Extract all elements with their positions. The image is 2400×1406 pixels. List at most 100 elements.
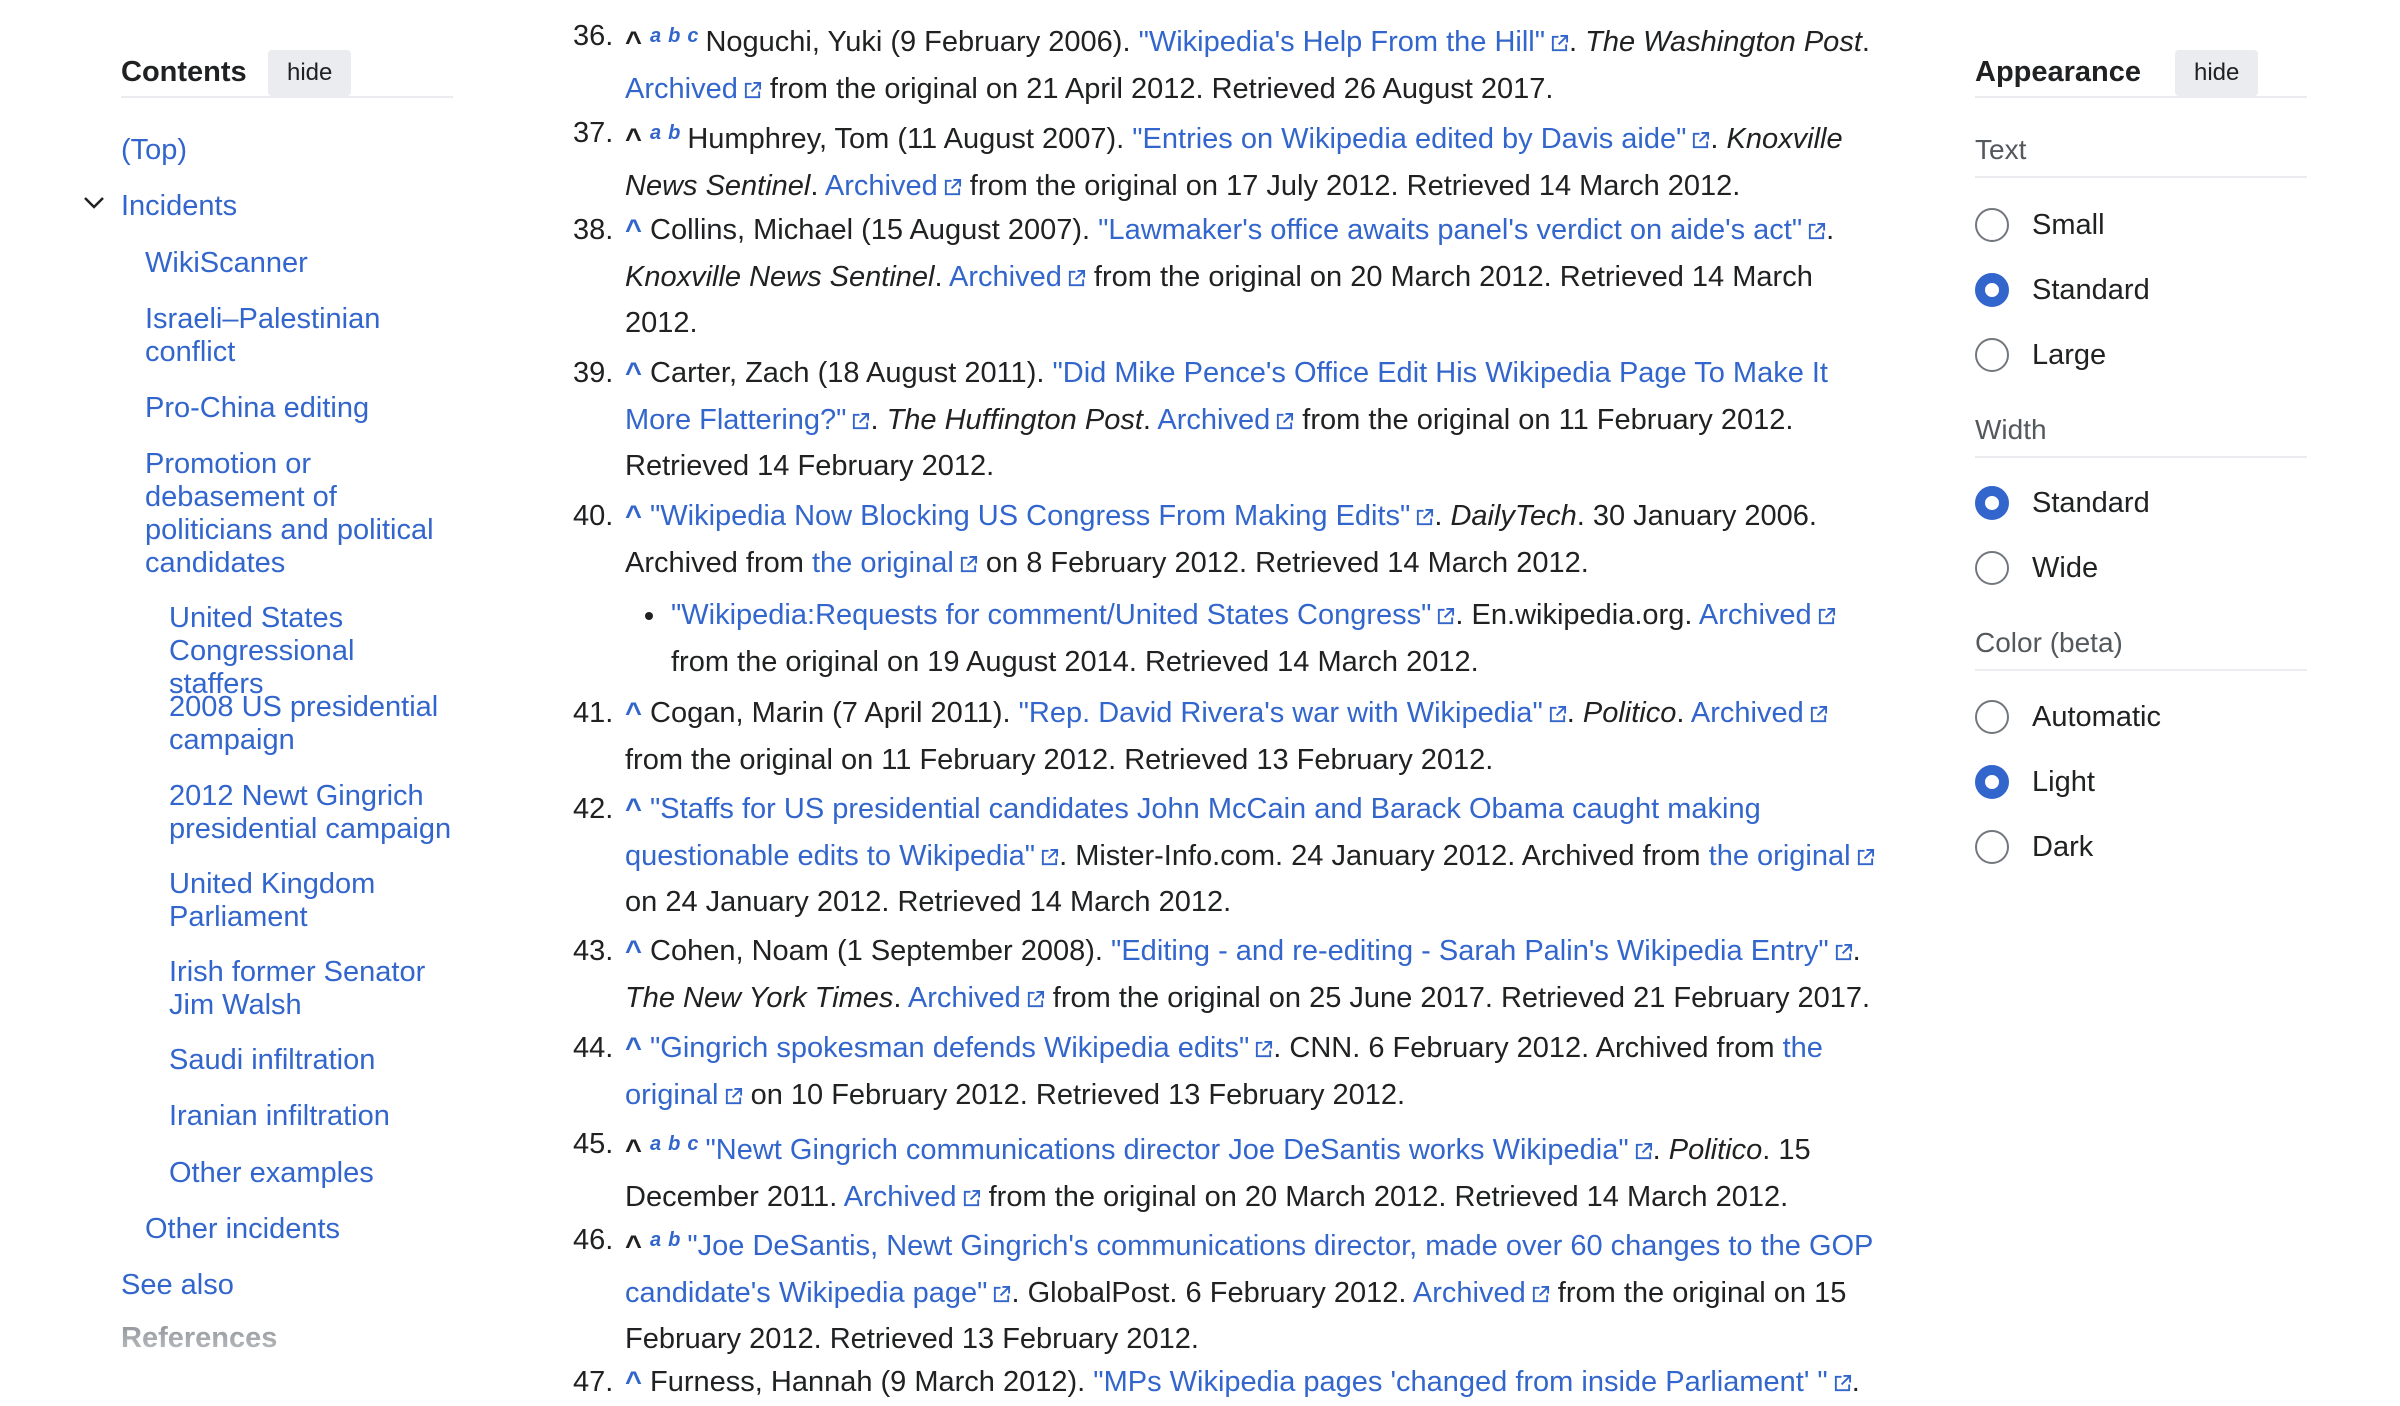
backlink-caret[interactable]: ^ [625, 1032, 642, 1064]
reference-publication: DailyTech [1450, 500, 1577, 532]
color-label: Color (beta) [1975, 627, 2123, 658]
reference-tail: from the original on 20 March 2012. Retr… [1093, 260, 1813, 293]
reference-item: 36. ^ a b c Noguchi, Yuki (9 February 2006)… [573, 13, 1893, 112]
reference-title-link[interactable]: "Wikipedia:Requests for comment/United S… [671, 599, 1431, 631]
toc-item-promotion[interactable]: Promotion or debasement of politicians a… [145, 448, 434, 580]
reference-title-link[interactable]: "Gingrich spokesman defends Wikipedia ed… [650, 1032, 1249, 1064]
toc-item-label: Other incidents [145, 1213, 341, 1245]
external-link-icon [1256, 1040, 1273, 1058]
toc-item-see-also[interactable]: See also [121, 1269, 234, 1302]
toc-item-other-examples[interactable]: Other examples [169, 1157, 374, 1190]
chevron-down-icon[interactable] [81, 190, 107, 216]
toc-item-label: 2012 Newt Gingrich [169, 780, 424, 812]
original-link[interactable]: the original [812, 547, 954, 579]
toc-hide-button[interactable]: hide [268, 50, 352, 96]
toc-item-wikiscanner[interactable]: WikiScanner [145, 247, 308, 280]
radio-icon[interactable] [1975, 700, 2009, 734]
toc-item-incidents[interactable]: Incidents [121, 190, 237, 223]
radio-icon[interactable] [1975, 338, 2009, 372]
reference-item: 46. ^ a b "Joe DeSantis, Newt Gingrich's c… [573, 1217, 1893, 1363]
radio-icon[interactable] [1975, 830, 2009, 864]
backlinks[interactable]: abc [650, 25, 705, 47]
archived-link[interactable]: Archived [844, 1181, 957, 1213]
backlinks[interactable]: ab [650, 1229, 687, 1251]
reference-title-link[interactable]: "Lawmaker's office awaits panel's verdic… [1098, 214, 1802, 246]
toc-item-israeli-palestinian[interactable]: Israeli–Palestinian conflict [145, 303, 380, 369]
reference-publication: . En.wikipedia.org. [1455, 599, 1693, 631]
reference-tail: from the original on 20 March 2012. Retr… [988, 1180, 1789, 1213]
backlink-caret[interactable]: ^ [625, 697, 642, 729]
toc-item-saudi[interactable]: Saudi infiltration [169, 1044, 375, 1077]
toc-item-references[interactable]: References [121, 1322, 277, 1355]
reference-title-link[interactable]: "Entries on Wikipedia edited by Davis ai… [1132, 123, 1686, 155]
external-link-icon [1068, 269, 1085, 286]
radio-selected-icon[interactable] [1975, 765, 2009, 799]
reference-title-link[interactable]: "Staffs for US presidential candidates J… [650, 793, 1761, 825]
reference-title-link[interactable]: "Wikipedia Now Blocking US Congress From… [650, 500, 1410, 532]
backlinks[interactable]: ab [650, 122, 687, 144]
archived-link[interactable]: Archived [1691, 697, 1804, 729]
reference-title-link[interactable]: "Did Mike Pence's Office Edit His Wikipe… [1052, 357, 1828, 389]
toc-item-uk-parliament[interactable]: United Kingdom Parliament [169, 868, 375, 934]
reference-item: 37. ^ a b Humphrey, Tom (11 August 2007). … [573, 110, 1893, 209]
reference-title-link[interactable]: questionable edits to Wikipedia" [625, 840, 1035, 872]
toc-item-top[interactable]: (Top) [121, 134, 187, 167]
radio-selected-icon[interactable] [1975, 486, 2009, 520]
backlinks[interactable]: abc [650, 1133, 705, 1155]
toc-item-irish-senator[interactable]: Irish former Senator Jim Walsh [169, 956, 425, 1022]
color-section: Color (beta) [1975, 623, 2307, 671]
archived-link[interactable]: Archived [1699, 599, 1812, 631]
archived-link[interactable]: Archived [949, 261, 1062, 293]
reference-title-link[interactable]: "Editing - and re-editing - Sarah Palin'… [1111, 935, 1829, 967]
reference-tail: Retrieved 14 February 2012. [625, 450, 995, 482]
reference-title-link[interactable]: "Newt Gingrich communications director J… [705, 1134, 1628, 1166]
toc-item-label: politicians and political [145, 514, 434, 546]
reference-title-link[interactable]: "MPs Wikipedia pages 'changed from insid… [1093, 1366, 1827, 1398]
external-link-icon [1027, 990, 1044, 1007]
appearance-hide-button[interactable]: hide [2175, 50, 2259, 96]
radio-icon[interactable] [1975, 551, 2009, 585]
reference-title-link[interactable]: More Flattering?" [625, 404, 846, 436]
toc-item-pro-china[interactable]: Pro-China editing [145, 392, 369, 425]
external-link-icon [1857, 848, 1874, 865]
archived-link[interactable]: Archived [625, 73, 738, 105]
toc-item-2008-campaign[interactable]: 2008 US presidential campaign [169, 691, 438, 757]
radio-selected-icon[interactable] [1975, 273, 2009, 307]
archived-link[interactable]: Archived [1413, 1277, 1526, 1309]
external-link-icon [1277, 412, 1294, 429]
reference-publication: Politico [1668, 1134, 1763, 1166]
reference-publication: The Washington Post [1585, 26, 1862, 58]
backlink-caret[interactable]: ^ [625, 793, 642, 825]
toc-item-2012-gingrich[interactable]: 2012 Newt Gingrich presidential campaign [169, 780, 451, 846]
external-link-icon [853, 412, 870, 429]
reference-author: Noguchi, Yuki (9 February 2006). [705, 26, 1131, 58]
archived-link[interactable]: Archived [825, 170, 938, 202]
backlink-caret[interactable]: ^ [625, 1366, 642, 1398]
reference-item: 43. ^ Cohen, Noam (1 September 2008). "E… [573, 928, 1893, 1021]
backlink-caret[interactable]: ^ [625, 214, 642, 246]
reference-item: 38. ^ Collins, Michael (15 August 2007).… [573, 207, 1893, 347]
backlink-caret[interactable]: ^ [625, 500, 642, 532]
reference-item: 40. ^ "Wikipedia Now Blocking US Congres… [573, 493, 1893, 586]
reference-publication: The New York Times [625, 981, 894, 1014]
archived-link[interactable]: Archived [908, 982, 1021, 1014]
original-link[interactable]: the original [1709, 840, 1851, 872]
toc-item-other-incidents[interactable]: Other incidents [145, 1213, 340, 1246]
toc-item-iranian[interactable]: Iranian infiltration [169, 1100, 390, 1133]
original-link[interactable]: original [625, 1079, 719, 1111]
reference-title-link[interactable]: "Rep. David Rivera's war with Wikipedia" [1019, 697, 1543, 729]
reference-tail: from the original on 21 April 2012. Retr… [769, 72, 1554, 105]
toc-item-us-congress[interactable]: United States Congressional staffers [169, 602, 453, 701]
reference-publication: News Sentinel [625, 169, 811, 202]
reference-number: 46. [573, 1224, 614, 1256]
reference-title-link[interactable]: "Wikipedia's Help From the Hill" [1139, 26, 1545, 58]
radio-label: Wide [2032, 552, 2099, 584]
backlink-caret[interactable]: ^ [625, 357, 642, 389]
reference-title-link[interactable]: "Joe DeSantis, Newt Gingrich's communica… [687, 1230, 1873, 1262]
archived-link[interactable]: Archived [1157, 404, 1270, 436]
radio-icon[interactable] [1975, 208, 2009, 242]
reference-title-link[interactable]: candidate's Wikipedia page" [625, 1277, 987, 1309]
original-link[interactable]: the [1783, 1032, 1823, 1064]
backlink-caret[interactable]: ^ [625, 935, 642, 967]
reference-publication: . GlobalPost. 6 February 2012. [1011, 1276, 1407, 1309]
